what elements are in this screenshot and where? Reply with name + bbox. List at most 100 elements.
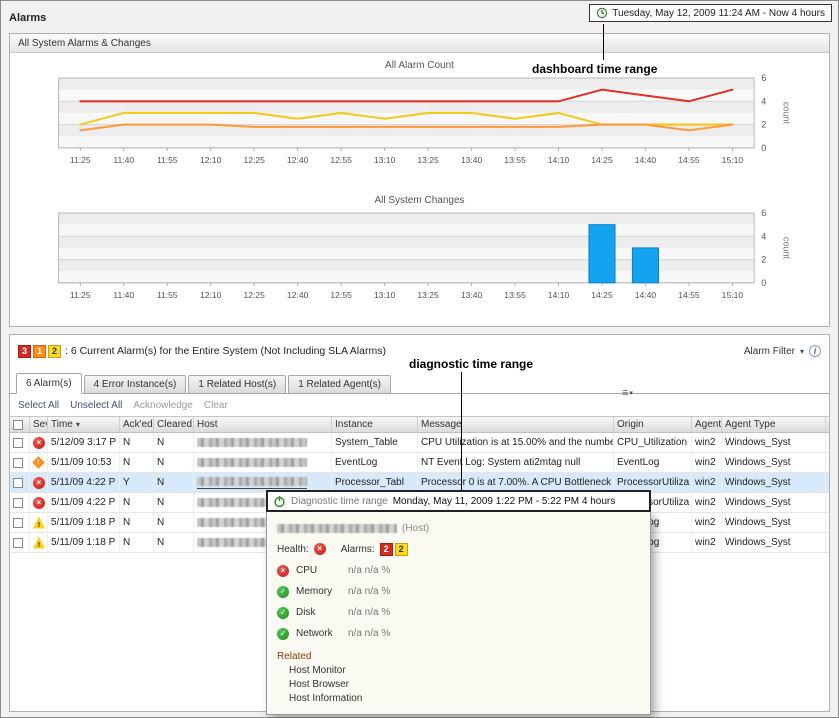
table-customizer-icon[interactable]: ≡▾ <box>622 387 633 399</box>
redacted-host <box>197 458 307 467</box>
health-label: Health: <box>277 544 309 555</box>
tooltip-range-text: Monday, May 11, 2009 1:22 PM - 5:22 PM 4… <box>393 496 616 507</box>
column-header-agent-type[interactable]: Agent Type <box>722 417 826 432</box>
warning-icon: ! <box>33 537 45 549</box>
action-clear: Clear <box>204 400 228 411</box>
dashboard-time-range-control[interactable]: Tuesday, May 12, 2009 11:24 AM - Now 4 h… <box>589 4 832 22</box>
column-header-instance[interactable]: Instance <box>332 417 418 432</box>
tab-1-related-agent-s[interactable]: 1 Related Agent(s) <box>288 375 391 394</box>
table-row[interactable]: !5/11/09 10:53NNEventLogNT Event Log: Sy… <box>10 453 829 473</box>
svg-text:13:40: 13:40 <box>461 290 483 300</box>
svg-text:0: 0 <box>761 278 766 288</box>
column-header-cleared[interactable]: Cleared <box>154 417 194 432</box>
tab-4-error-instance-s[interactable]: 4 Error Instance(s) <box>84 375 187 394</box>
row-checkbox[interactable] <box>13 518 23 528</box>
info-icon[interactable]: i <box>809 345 821 357</box>
diagnostic-time-range-control[interactable]: Diagnostic time range Monday, May 11, 20… <box>266 490 651 512</box>
host-type-suffix: (Host) <box>402 523 429 534</box>
critical-icon: × <box>314 543 326 555</box>
row-checkbox[interactable] <box>13 458 23 468</box>
table-header: SevTime▾Ack'edClearedHostInstanceMessage… <box>10 416 829 433</box>
svg-text:6: 6 <box>761 73 766 83</box>
severity-count-badge: 3 <box>18 345 31 358</box>
tooltip-label: Diagnostic time range <box>291 496 388 507</box>
svg-text:13:25: 13:25 <box>417 290 439 300</box>
tooltip-body: (Host) Health: × Alarms: 22 ×CPUn/a n/a … <box>266 512 651 715</box>
summary-text: : 6 Current Alarm(s) for the Entire Syst… <box>65 345 386 357</box>
table-row[interactable]: ×5/12/09 3:17 PNNSystem_TableCPU Utiliza… <box>10 433 829 453</box>
severity-count-badge: 2 <box>48 345 61 358</box>
svg-text:13:55: 13:55 <box>504 155 526 165</box>
redacted-host <box>197 477 307 486</box>
svg-text:12:55: 12:55 <box>330 155 352 165</box>
action-unselect-all[interactable]: Unselect All <box>70 400 122 411</box>
svg-text:14:25: 14:25 <box>591 290 613 300</box>
select-all-checkbox[interactable] <box>13 420 23 430</box>
line-chart: 0246count11:2511:4011:5512:1012:2512:401… <box>12 73 827 183</box>
time-range-clock-icon <box>596 7 608 19</box>
link-host-monitor[interactable]: Host Monitor <box>289 665 640 676</box>
health-row: Health: × Alarms: 22 <box>277 538 640 560</box>
column-header-sev[interactable]: Sev <box>30 417 48 432</box>
column-header-ack-ed[interactable]: Ack'ed <box>120 417 154 432</box>
row-checkbox[interactable] <box>13 498 23 508</box>
chevron-down-icon[interactable]: ▾ <box>800 347 804 356</box>
alarm-filter-button[interactable]: Alarm Filter <box>744 346 795 357</box>
column-header-time[interactable]: Time▾ <box>48 417 120 432</box>
tab-bar: 6 Alarm(s)4 Error Instance(s)1 Related H… <box>10 373 829 394</box>
svg-text:2: 2 <box>761 120 766 130</box>
tab-1-related-host-s[interactable]: 1 Related Host(s) <box>188 375 286 394</box>
normal-icon: ✓ <box>277 586 289 598</box>
tab-6-alarm-s[interactable]: 6 Alarm(s) <box>16 373 82 394</box>
svg-text:0: 0 <box>761 143 766 153</box>
diagnostic-annotation-label: diagnostic time range <box>409 357 533 371</box>
severity-count-badge: 1 <box>33 345 46 358</box>
chart-title-system-changes: All System Changes <box>10 195 829 208</box>
time-range-text: Tuesday, May 12, 2009 11:24 AM - Now 4 h… <box>612 8 825 19</box>
column-header-checkbox[interactable] <box>10 417 30 432</box>
host-link[interactable] <box>197 477 307 489</box>
link-host-information[interactable]: Host Information <box>289 693 640 704</box>
dashboard-annotation-line <box>603 24 604 60</box>
row-checkbox[interactable] <box>13 538 23 548</box>
svg-text:13:55: 13:55 <box>504 290 526 300</box>
svg-text:11:55: 11:55 <box>157 290 178 300</box>
svg-text:4: 4 <box>761 96 766 106</box>
normal-icon: ✓ <box>277 607 289 619</box>
related-heading: Related <box>277 651 640 662</box>
column-header-agent[interactable]: Agent <box>692 417 722 432</box>
svg-text:count: count <box>781 102 791 125</box>
svg-text:14:55: 14:55 <box>678 155 700 165</box>
svg-text:14:10: 14:10 <box>548 155 570 165</box>
svg-text:14:25: 14:25 <box>591 155 613 165</box>
svg-text:12:55: 12:55 <box>330 290 352 300</box>
tooltip-metrics: ×CPUn/a n/a %✓Memoryn/a n/a %✓Diskn/a n/… <box>277 560 640 644</box>
critical-icon: × <box>33 497 45 509</box>
svg-text:13:10: 13:10 <box>374 290 396 300</box>
system-changes-chart: 0246count11:2511:4011:5512:1012:2512:401… <box>10 208 829 323</box>
svg-text:14:55: 14:55 <box>678 290 700 300</box>
column-header-origin[interactable]: Origin <box>614 417 692 432</box>
bar-chart: 0246count11:2511:4011:5512:1012:2512:401… <box>12 208 827 318</box>
dashboard-annotation-label: dashboard time range <box>532 62 657 76</box>
svg-text:2: 2 <box>761 255 766 265</box>
action-select-all[interactable]: Select All <box>18 400 59 411</box>
column-header-message[interactable]: Message <box>418 417 614 432</box>
row-checkbox[interactable] <box>13 478 23 488</box>
chart-title-alarm-count: All Alarm Count <box>10 60 829 73</box>
normal-icon: ✓ <box>277 628 289 640</box>
svg-text:12:25: 12:25 <box>243 290 265 300</box>
tooltip-alarm-badges: 22 <box>380 543 410 556</box>
host-detail-tooltip: Diagnostic time range Monday, May 11, 20… <box>266 490 651 715</box>
svg-text:15:10: 15:10 <box>722 155 744 165</box>
column-header-host[interactable]: Host <box>194 417 332 432</box>
link-host-browser[interactable]: Host Browser <box>289 679 640 690</box>
action-acknowledge: Acknowledge <box>133 400 192 411</box>
row-checkbox[interactable] <box>13 438 23 448</box>
sort-desc-icon: ▾ <box>76 420 80 429</box>
toolbar-actions: Select All Unselect All Acknowledge Clear <box>10 394 829 416</box>
svg-text:6: 6 <box>761 208 766 218</box>
panel-header: All System Alarms & Changes <box>10 34 829 53</box>
svg-text:11:40: 11:40 <box>113 290 134 300</box>
alarm-count-chart: 0246count11:2511:4011:5512:1012:2512:401… <box>10 73 829 188</box>
